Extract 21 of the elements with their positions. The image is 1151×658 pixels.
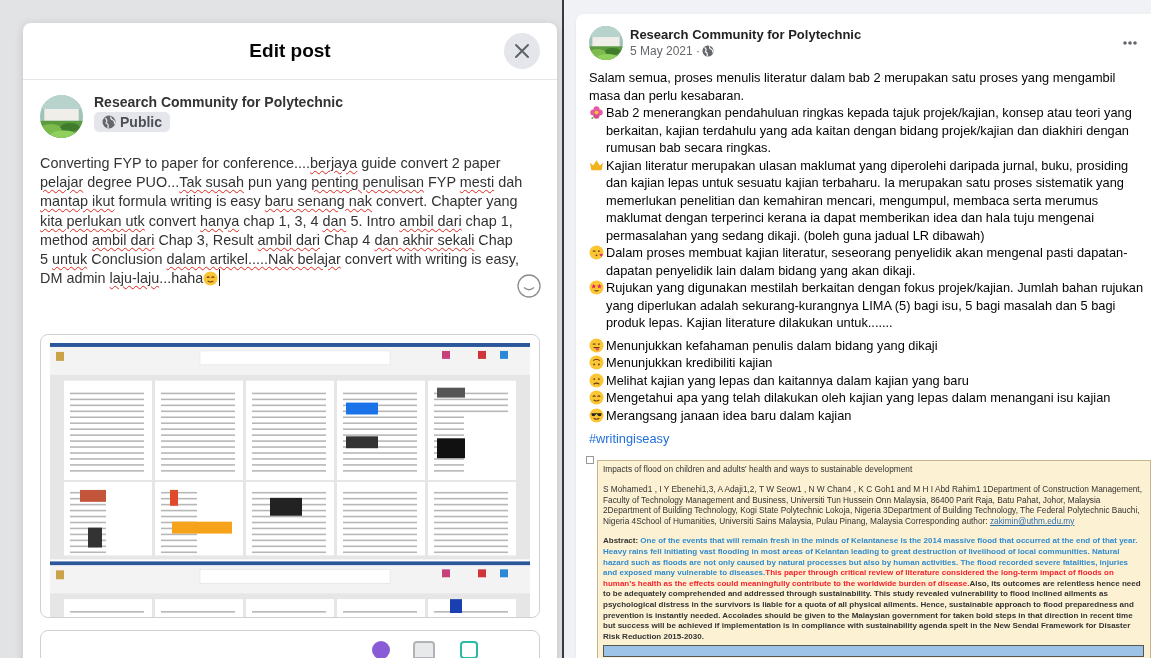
post-date[interactable]: 5 May 2021 · <box>630 44 701 58</box>
hashtag-link[interactable]: #writingiseasy <box>589 430 670 448</box>
author-name[interactable]: Research Community for Polytechnic <box>630 27 862 42</box>
author-name: Research Community for Polytechnic <box>94 94 343 110</box>
list-item-text: Merangsang janaan idea baru dalam kajian <box>606 406 852 424</box>
author-affiliations: S Mohamed1 , I Y Ebenehi1,3, A Adaji1,2, T W Seow1 , N W Chan4 , K C Goh1 and M H I Abd Rahim1 1Department of Construction Management, Faculty of Technology Management and Business, Universiti Tun Hussein Onn Malaysia, 86400 Parit Raja, Batu Pahat, Johor, Malaysia 2Department of Building Technology, Kogi State Polytechnic Lokoja, Nigeria 3Department of Building Technology, The Federal Polytechnic Bauchi, Nigeria 4School of Humanities, Universiti Sains Malaysia, Pulau Pinang, Malaysia Corresponding author: zakimin@uthm.edu.my <box>603 484 1143 527</box>
post-text-field[interactable]: Converting FYP to paper for conference....berjaya guide convert 2 paper pelajar degree PUO...Tak susah pun yang penting penulisan FYP mesti dah mantap ikut formula writing is easy baru senang nak convert. Chapter yang kita perlukan utk convert hanya chap 1, 3, 4 dan 5. Intro ambil dari chap 1, method ambil dari Chap 3, Result ambil dari Chap 4 dan akhir sekali Chap 5 untuk Conclusion dalam artikel.....Nak belajar convert with writing is easy, DM admin laju-laju...haha <box>40 154 524 289</box>
list-item-text: Menunjukkan kefahaman penulis dalam bidang yang dikaji <box>606 336 938 354</box>
post-text: Rujukan yang digunakan mestilah berkaitan dengan fokus projek/kajian. Jumlah bahan rujukan yang diperlukan adalah sekurang-kurangnya LIMA (5) bagi isu, 5 bagi masalah dan 5 bagi produk lepas. Kajian literature dilakukan untuk....... <box>606 279 1145 332</box>
post-text: Dalam proses membuat kajian literatur, seseorang penyelidik akan mengenal pasti dapatan-dapatan penyelidik lain dalam bidang yang akan dikaji. <box>606 244 1129 279</box>
post-text: Kajian literatur merupakan ulasan maklumat yang diperolehi daripada jurnal, buku, prosiding dan kajian lepas untuk sesuatu kajian terbaharu. Ia merupakan satu proses sistematik yang memerlukan penelitian dan kemahiran mencari, mengumpul, membaca serta merumus maklumat dengan terperinci kerana ia dapat memberikan idea dan hala tuju mengenai permasalahan yang sedang dikaji. (boleh guna jadual LR dibawah) <box>606 156 1130 244</box>
post-text: Salam semua, proses menulis literatur dalam bab 2 merupakan satu proses yang mengambil masa dan perlu kesabaran. <box>589 69 1117 104</box>
abstract-paragraph: Abstract: One of the events that will remain fresh in the minds of Kelantanese is the 2014 massive flood that occurred at the end of that year. Heavy rains fell initiating vast flooding in most areas of Kelantan leading to great destruction of livelihood of local communities. Natural hazard such as floods are not only caused by natural processes but also by human activities. The flood recorded severe fatalities, injuries and exposed many vulnerable to diseases.This paper through critical review of literature considered the long-term impact of floods on human’s health as the effects could meaningfully contribute to the worldwide burden of disease.Also, its outcomes are relentless hence need to be adequately comprehended and addressed through sustainability. This study revealed vulnerability to flood inclined ailments as psychological distress in the survivors is liable for a quota of all physical ailments. Hence, sustainable approach to flood preparedness and prevention is instantly needed. Accolades should be given to the Malaysian government for taken bold steps in that direction in recent time but success will be achieved if implementation is in compliance with sustainability agenda spelt in the New Sendai Framework for Disaster Risk Reduction 2015-2030. <box>603 536 1142 643</box>
audience-button[interactable]: Public <box>94 112 170 132</box>
document-title: Impacts of flood on children and adults' health and ways to sustainable development <box>603 463 914 475</box>
email-link[interactable]: zakimin@uthm.edu.my <box>989 515 1075 526</box>
post-text: Bab 2 menerangkan pendahuluan ringkas kepada tajuk projek/kajian, konsep atau teori yang berkaitan, kajian terdahulu yang ada kaitan dengan bidang projek/kajian dan diakhiri dengan rumusan bab secara ringkas. <box>606 104 1133 157</box>
list-item-text: Melihat kajian yang lepas dan kaitannya dalam kajian yang baru <box>606 371 969 389</box>
dialog-title: Edit post <box>249 40 331 62</box>
list-item-text: Menunjukkan kredibiliti kajian <box>606 354 773 372</box>
list-item-text: Mengetahui apa yang telah dilakukan oleh kajian yang lepas dalam menangani isu kajian <box>606 389 1111 407</box>
